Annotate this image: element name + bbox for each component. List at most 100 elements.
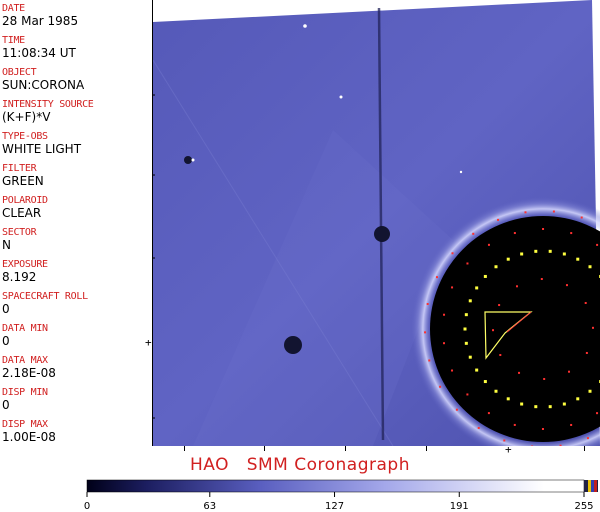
- limb-dot: [588, 389, 592, 393]
- grid-dot: [439, 385, 442, 388]
- field-value: 1.00E-08: [2, 430, 56, 444]
- grid-dot: [451, 252, 454, 255]
- limb-dot: [506, 257, 510, 261]
- grid-dot: [492, 329, 495, 332]
- field-label: EXPOSURE: [2, 259, 48, 270]
- field-type-obs: TYPE-OBS WHITE LIGHT: [2, 131, 81, 156]
- field-value: GREEN: [2, 174, 44, 188]
- colorbar-tick-label: 63: [203, 501, 217, 512]
- limb-dot: [534, 405, 538, 409]
- limb-dot: [520, 252, 524, 256]
- field-value: 0: [2, 334, 10, 348]
- grid-dot: [436, 276, 439, 279]
- grid-dot: [466, 262, 469, 265]
- grid-dot: [591, 326, 594, 329]
- grid-dot: [596, 243, 599, 246]
- grid-dot: [552, 210, 555, 213]
- field-value: 8.192: [2, 270, 37, 284]
- field-disp-min: DISP MIN 0: [2, 387, 48, 412]
- field-label: POLAROID: [2, 195, 48, 206]
- field-label: OBJECT: [2, 67, 37, 78]
- limb-dot: [562, 252, 566, 256]
- limb-dot: [494, 265, 498, 269]
- grid-dot: [455, 408, 458, 411]
- field-label: DATE: [2, 3, 25, 14]
- limb-dot: [588, 265, 592, 269]
- field-data-min: DATA MIN 0: [2, 323, 48, 348]
- field-label: TIME: [2, 35, 25, 46]
- field-value: SUN:CORONA: [2, 78, 85, 92]
- grid-dot: [586, 437, 589, 440]
- dust-spot-2: [284, 336, 302, 354]
- grid-dot: [565, 284, 568, 287]
- field-label: DISP MIN: [2, 387, 48, 398]
- field-label: DISP MAX: [2, 419, 48, 430]
- limb-dot: [520, 402, 524, 406]
- field-label: TYPE-OBS: [2, 131, 48, 142]
- grid-dot: [466, 393, 469, 396]
- field-time: TIME 11:08:34 UT: [2, 35, 76, 60]
- field-label: SPACECRAFT ROLL: [2, 291, 88, 302]
- field-object: OBJECT SUN:CORONA: [2, 67, 84, 92]
- grid-dot: [497, 218, 500, 221]
- limb-dot: [576, 257, 580, 261]
- grid-dot: [426, 303, 429, 306]
- limb-dot: [534, 249, 538, 253]
- limb-dot: [548, 249, 552, 253]
- grid-dot: [540, 278, 543, 281]
- colorbar-svg: [86, 479, 598, 497]
- dust-spot-1: [374, 226, 390, 242]
- field-filter: FILTER GREEN: [2, 163, 44, 188]
- grid-dot: [515, 285, 518, 288]
- grid-dot: [568, 370, 571, 373]
- limb-dot: [468, 355, 472, 359]
- grid-dot: [503, 439, 506, 442]
- limb-dot: [464, 341, 468, 345]
- limb-dot: [494, 389, 498, 393]
- grid-dot: [424, 331, 427, 334]
- field-label: FILTER: [2, 163, 37, 174]
- field-spacecraft-roll: SPACECRAFT ROLL 0: [2, 291, 88, 316]
- limb-dot: [506, 397, 510, 401]
- grid-dot: [487, 412, 490, 415]
- grid-dot: [487, 243, 490, 246]
- grid-dot: [443, 313, 446, 316]
- field-value: 11:08:34 UT: [2, 46, 76, 60]
- grid-dot: [524, 211, 527, 214]
- field-value: 0: [2, 398, 10, 412]
- colorbar-tick-label: 191: [449, 501, 469, 512]
- field-value: 2.18E-08: [2, 366, 56, 380]
- grid-dot: [443, 342, 446, 345]
- grid-dot: [499, 354, 502, 357]
- limb-dot: [483, 380, 487, 384]
- grid-dot: [580, 216, 583, 219]
- field-exposure: EXPOSURE 8.192: [2, 259, 48, 284]
- field-value: WHITE LIGHT: [2, 142, 82, 156]
- grid-dot: [518, 371, 521, 374]
- grid-dot: [451, 286, 454, 289]
- colorbar-tick-label: 0: [83, 501, 91, 512]
- limb-dot: [463, 327, 467, 331]
- limb-dot: [576, 397, 580, 401]
- grid-dot: [570, 423, 573, 426]
- grid-dot: [513, 232, 516, 235]
- limb-dot: [562, 402, 566, 406]
- field-sector: SECTOR N: [2, 227, 37, 252]
- grid-dot: [498, 304, 501, 307]
- limb-dot: [475, 286, 479, 290]
- field-value: (K+F)*V: [2, 110, 51, 124]
- field-value: 28 Mar 1985: [2, 14, 79, 28]
- field-value: CLEAR: [2, 206, 42, 220]
- dust-spot-3: [184, 156, 192, 164]
- colorbar-tick-label: 255: [574, 501, 594, 512]
- colorbar-gradient: [86, 479, 585, 493]
- image-title: HAO SMM Coronagraph: [190, 455, 410, 475]
- colorbar: 0 63 127 191 255: [0, 476, 600, 512]
- field-date: DATE 28 Mar 1985: [2, 3, 78, 28]
- field-disp-max: DISP MAX 1.00E-08: [2, 419, 56, 444]
- grid-dot: [585, 351, 588, 354]
- grid-dot: [541, 428, 544, 430]
- field-label: INTENSITY SOURCE: [2, 99, 94, 110]
- grid-dot: [451, 369, 454, 372]
- limb-dot: [464, 313, 468, 317]
